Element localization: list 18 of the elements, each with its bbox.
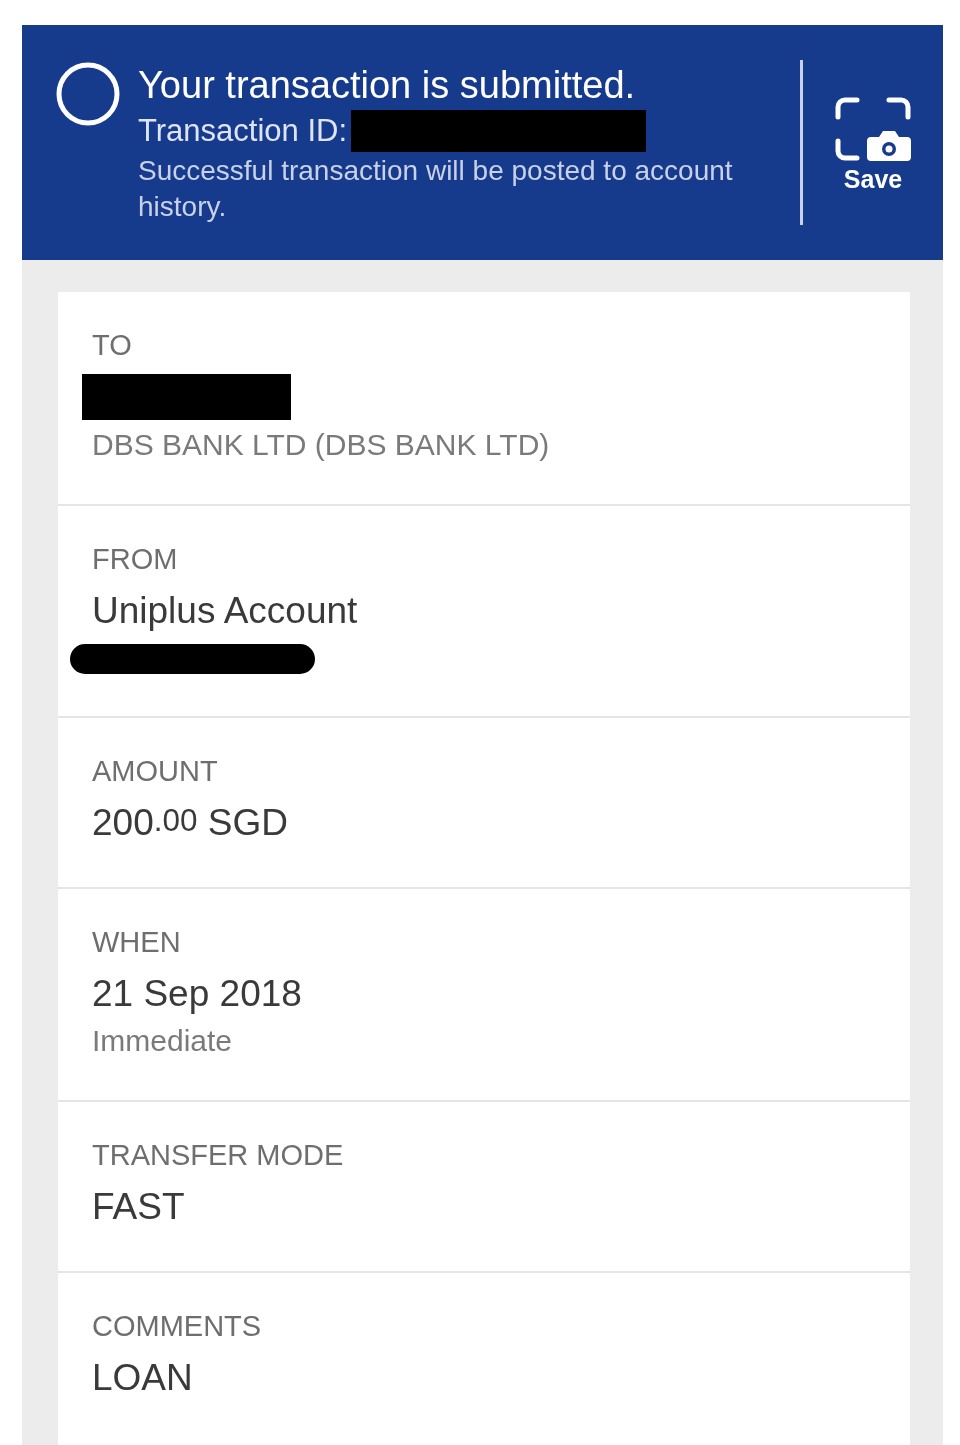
detail-label: FROM [92,543,178,575]
detail-label: TO [92,329,132,361]
detail-label: AMOUNT [92,755,218,787]
detail-value: LOAN [92,1356,193,1400]
detail-label: WHEN [92,926,181,958]
detail-subtext: Immediate [92,1024,233,1058]
camera-capture-icon [835,96,911,161]
detail-value: FAST [92,1185,185,1229]
save-button[interactable]: Save [835,96,911,193]
detail-subtext: DBS BANK LTD (DBS BANK LTD) [92,428,550,462]
ring-icon [55,61,121,127]
banner-title: Your transaction is submitted. [138,63,636,107]
detail-label: COMMENTS [92,1310,262,1342]
detail-value: Uniplus Account [92,589,358,633]
detail-label: TRANSFER MODE [92,1139,344,1171]
banner-note: Successful transaction will be posted to account history. [138,154,734,224]
transaction-id-label: Transaction ID: [138,114,348,148]
detail-value: 21 Sep 2018 [92,972,302,1016]
